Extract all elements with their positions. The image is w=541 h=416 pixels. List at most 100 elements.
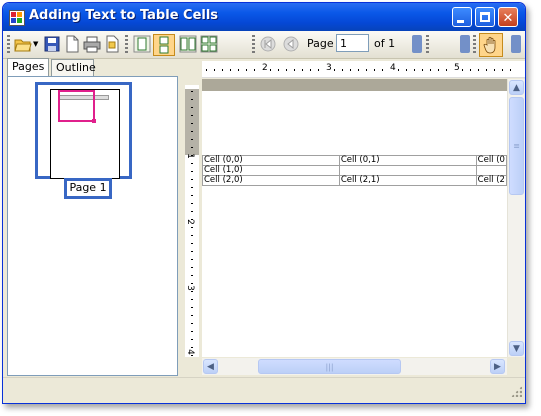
document-view[interactable]: Cell (0,0) Cell (0,1) Cell (0 Cell (1,0)… [202,79,507,357]
new-page-icon[interactable] [63,35,81,53]
ruler-tick [191,227,193,228]
ruler-tick [422,69,423,71]
vertical-scroll-thumb[interactable]: ≡ [509,97,524,195]
ruler-tick [191,259,193,260]
ruler-tick [334,69,335,71]
ruler-tick [318,69,319,71]
table-cell: Cell (2 [475,175,507,186]
ruler-tick [191,251,193,252]
tab-pages[interactable]: Pages [7,58,49,77]
scroll-right-button[interactable]: ▶ [490,359,505,374]
maximize-icon [480,12,490,22]
table-cell: Cell (0 [475,155,507,166]
grip-icon: ||| [325,362,334,371]
ruler-number: 2 [184,219,195,225]
ruler-tick [191,267,193,268]
table-cell: Cell (2,0) [202,175,340,186]
vertical-ruler: 1 2 3 4 [185,85,199,357]
toolbar-grip[interactable] [125,35,128,53]
table-cell: Cell (1,0) [202,165,340,176]
ruler-tick [191,315,193,316]
page-setup-icon[interactable] [103,35,121,53]
chevron-down-icon: ▼ [513,344,520,354]
chevron-left-icon: ◀ [207,362,214,372]
save-icon[interactable] [43,35,61,53]
toolbar-grip[interactable] [252,35,255,53]
ruler-tick [462,69,463,71]
multi-page-icon[interactable] [200,35,218,53]
ruler-tick [294,69,295,71]
tool-overflow-dropdown[interactable] [511,35,521,53]
scroll-up-button[interactable]: ▲ [509,80,524,95]
toolbar-grip[interactable] [7,35,10,53]
ruler-tick [510,69,511,71]
toolbar-grip[interactable] [473,35,476,53]
prev-page-icon[interactable] [282,35,300,53]
resize-grip-icon[interactable] [511,386,522,397]
ruler-tick [191,147,193,148]
ruler-number: 1 [184,153,195,159]
tab-outline-label: Outline [56,61,96,74]
ruler-number: 4 [184,349,195,355]
tab-outline[interactable]: Outline [51,59,96,76]
page-number-input[interactable] [336,34,369,52]
horizontal-scroll-thumb[interactable]: ||| [258,359,401,374]
minimize-button[interactable] [452,7,472,27]
ruler-tick [191,115,193,116]
first-page-icon[interactable] [259,35,277,53]
chevron-up-icon: ▲ [513,83,520,93]
minimize-icon [457,20,464,23]
ruler-tick [358,69,359,71]
table-row: Cell (2,0) Cell (2,1) Cell (2 [202,175,507,186]
thumbnail-page [50,89,120,179]
open-icon[interactable] [14,35,32,53]
ruler-tick [191,299,193,300]
continuous-view-button[interactable] [153,34,175,56]
ruler-tick [222,69,223,71]
ruler-tick [191,195,193,196]
ruler-tick [494,69,495,71]
thumbnail-view-rect[interactable] [58,90,96,123]
ruler-tick [191,323,193,324]
open-dropdown-icon[interactable]: ▼ [33,40,38,48]
ruler-tick [191,203,193,204]
ruler-tick [230,69,231,71]
zoom-dropdown[interactable] [460,35,470,53]
ruler-tick [382,69,383,71]
page-count-label: of 1 [374,37,396,50]
continuous-icon [159,36,169,54]
ruler-tick [191,283,193,284]
single-page-icon[interactable] [133,35,151,53]
hand-tool-button[interactable] [479,33,503,57]
ruler-tick [191,179,193,180]
maximize-button[interactable] [475,7,495,27]
ruler-tick [191,107,193,108]
scroll-left-button[interactable]: ◀ [203,359,218,374]
ruler-tick [214,69,215,71]
nav-overflow-dropdown[interactable] [412,35,422,53]
tab-pages-label: Pages [12,60,45,73]
toolbar-grip[interactable] [426,35,429,53]
ruler-corner [185,61,202,85]
ruler-tick [191,339,193,340]
scroll-corner [507,358,524,375]
ruler-number: 3 [326,63,332,73]
ruler-tick [278,69,279,71]
ruler-number: 5 [454,63,460,73]
horizontal-scrollbar[interactable]: ◀ ||| ▶ [202,358,507,375]
ruler-tick [191,163,193,164]
ruler-tick [446,69,447,71]
print-icon[interactable] [83,35,101,53]
title-bar[interactable]: Adding Text to Table Cells ✕ [3,3,525,31]
close-button[interactable]: ✕ [498,7,518,27]
ruler-tick [191,171,193,172]
ruler-tick [191,275,193,276]
scroll-down-button[interactable]: ▼ [509,341,524,356]
two-page-icon[interactable] [179,35,197,53]
ruler-tick [191,91,193,92]
page-thumbnail[interactable] [35,82,132,179]
table-row: Cell (1,0) [202,165,507,176]
table-cell: Cell (2,1) [338,175,477,186]
window-title: Adding Text to Table Cells [29,8,219,23]
vertical-scrollbar[interactable]: ▲ ≡ ▼ [507,79,525,357]
